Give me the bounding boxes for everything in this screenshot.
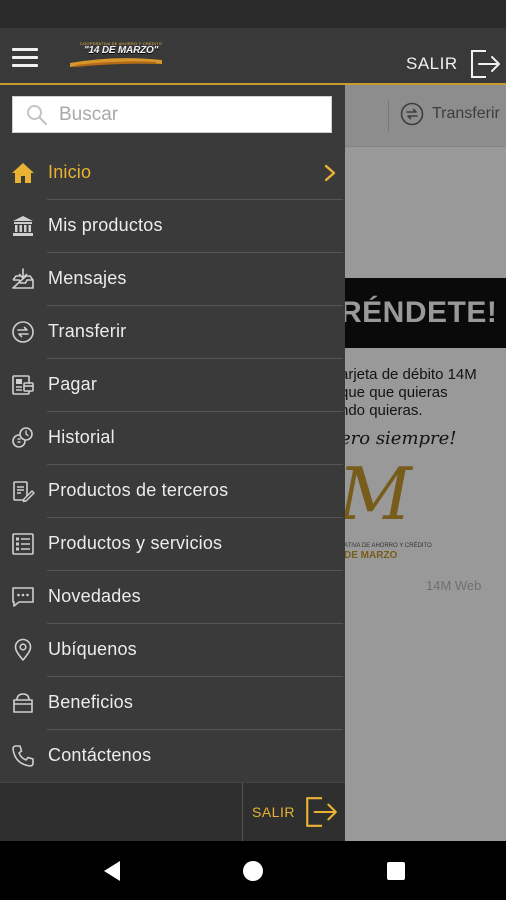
menu-item-label: Beneficios [48, 692, 134, 712]
logo-title: "14 DE MARZO" [84, 45, 159, 56]
news-icon [12, 587, 34, 607]
back-icon[interactable] [102, 860, 122, 882]
logout-button[interactable]: SALIR [406, 48, 502, 80]
search-icon [27, 104, 48, 125]
menu-item-label: Productos y servicios [48, 533, 223, 553]
benefits-icon [13, 693, 33, 713]
drawer-footer: SALIR [0, 782, 345, 842]
menu-item-historial[interactable]: Historial [0, 412, 345, 465]
logout-button-label: SALIR [406, 54, 458, 73]
menu-item-label: Inicio [48, 162, 92, 182]
location-icon [14, 638, 32, 661]
recent-apps-icon[interactable] [387, 862, 405, 880]
third-party-icon [13, 481, 35, 503]
screen: ajes Transferir RÉNDETE! arjeta de débit… [0, 0, 506, 900]
menu-item-label: Pagar [48, 374, 98, 394]
menu-item-label: Transferir [48, 321, 127, 341]
logo-swoosh [70, 58, 162, 67]
search-input[interactable] [59, 103, 309, 126]
menu-item-mensajes[interactable]: Mensajes [0, 253, 345, 306]
home-button-icon[interactable] [243, 861, 263, 881]
menu-item-contactenos[interactable]: Contáctenos [0, 730, 345, 783]
menu-item-pagar[interactable]: Pagar [0, 359, 345, 412]
menu-item-productos-y-servicios[interactable]: Productos y servicios [0, 518, 345, 571]
inbox-icon [12, 268, 34, 289]
logout-icon [306, 797, 337, 827]
services-list-icon [12, 533, 34, 555]
menu-item-label: Productos de terceros [48, 480, 229, 500]
menu-item-beneficios[interactable]: Beneficios [0, 677, 345, 730]
drawer-menu: Inicio Mis productos Mensajes Transferir… [0, 147, 345, 783]
payment-icon [12, 375, 34, 395]
menu-icon[interactable] [12, 48, 38, 68]
menu-item-label: Historial [48, 427, 115, 447]
drawer-logout-label: SALIR [252, 804, 295, 820]
bank-icon [13, 216, 33, 236]
brand-logo: COOPERATIVA DE AHORRO Y CRÉDITO "14 DE M… [70, 40, 162, 70]
menu-item-transferir[interactable]: Transferir [0, 306, 345, 359]
drawer-logout-button[interactable]: SALIR [252, 795, 339, 829]
transfer-icon [12, 321, 34, 343]
menu-item-inicio[interactable]: Inicio [0, 147, 345, 200]
footer-divider [242, 783, 243, 842]
menu-item-label: Contáctenos [48, 745, 152, 765]
history-icon [12, 427, 33, 448]
menu-item-label: Mis productos [48, 215, 163, 235]
menu-item-label: Mensajes [48, 268, 127, 288]
menu-item-productos-de-terceros[interactable]: Productos de terceros [0, 465, 345, 518]
chevron-right-icon [324, 164, 336, 182]
menu-item-label: Novedades [48, 586, 141, 606]
navigation-drawer: Inicio Mis productos [0, 85, 345, 842]
search-box[interactable] [12, 96, 332, 133]
menu-item-novedades[interactable]: Novedades [0, 571, 345, 624]
home-icon [12, 163, 34, 183]
status-bar [0, 0, 506, 28]
phone-icon [12, 745, 34, 767]
menu-item-mis-productos[interactable]: Mis productos [0, 200, 345, 253]
menu-item-ubiquenos[interactable]: Ubíquenos [0, 624, 345, 677]
logout-icon [470, 50, 500, 78]
menu-item-label: Ubíquenos [48, 639, 137, 659]
